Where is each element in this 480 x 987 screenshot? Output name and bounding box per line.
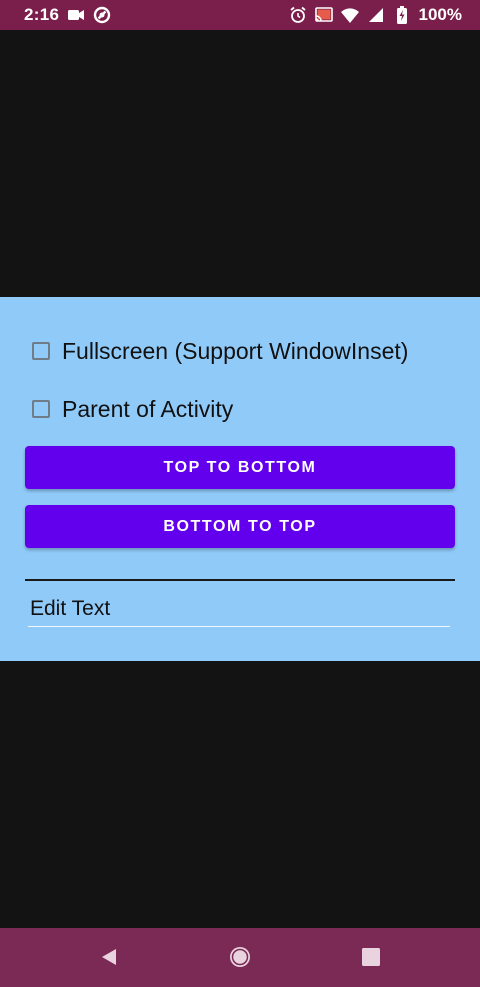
- fullscreen-checkbox[interactable]: Fullscreen (Support WindowInset): [32, 337, 408, 365]
- cellular-signal-icon: [367, 6, 385, 24]
- video-camera-icon: [67, 6, 85, 24]
- battery-percentage: 100%: [418, 5, 462, 24]
- do-not-disturb-icon: [93, 6, 111, 24]
- wifi-icon: [340, 6, 359, 24]
- checkbox-box[interactable]: [32, 342, 50, 360]
- checkbox-label: Parent of Activity: [62, 396, 234, 422]
- content-panel: Fullscreen (Support WindowInset) Parent …: [0, 297, 480, 661]
- status-time: 2:16: [24, 5, 60, 24]
- top-to-bottom-button[interactable]: TOP TO BOTTOM: [25, 446, 455, 489]
- home-icon[interactable]: [228, 945, 252, 969]
- navigation-bar: [0, 928, 480, 987]
- cast-icon: [314, 6, 333, 24]
- edit-text-field[interactable]: [28, 595, 450, 627]
- bottom-to-top-button[interactable]: BOTTOM TO TOP: [25, 505, 455, 548]
- alarm-icon: [289, 6, 307, 24]
- dark-area-bottom: [0, 661, 480, 928]
- checkbox-box[interactable]: [32, 400, 50, 418]
- dark-area-top: [0, 30, 480, 297]
- recents-icon[interactable]: [359, 945, 383, 969]
- status-bar: 2:16 100%: [0, 0, 480, 30]
- divider: [25, 579, 455, 581]
- edit-text-input[interactable]: [28, 595, 450, 623]
- battery-charging-icon: [393, 6, 411, 24]
- parent-of-activity-checkbox[interactable]: Parent of Activity: [32, 395, 233, 423]
- back-icon[interactable]: [97, 945, 121, 969]
- app-screen: 2:16 100% Fullscreen (Support WindowInse…: [0, 0, 480, 987]
- status-bar-right: 100%: [289, 5, 462, 25]
- checkbox-label: Fullscreen (Support WindowInset): [62, 338, 409, 364]
- status-bar-left: 2:16: [24, 5, 111, 25]
